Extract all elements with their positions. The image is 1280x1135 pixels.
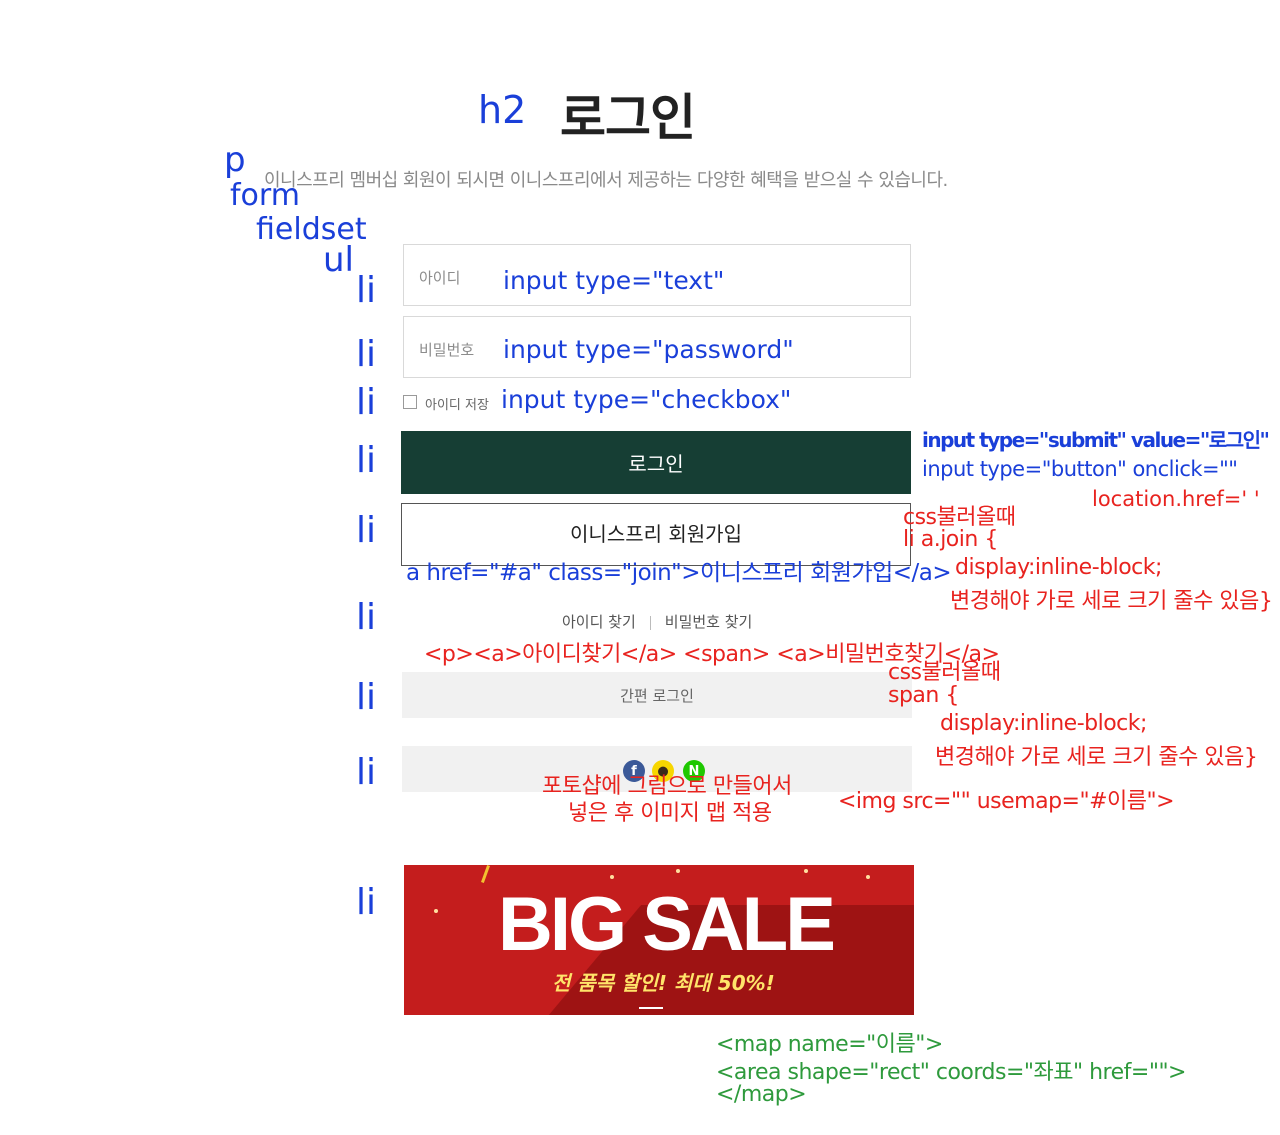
- annotation-input-button: input type="button" onclick="": [922, 457, 1238, 481]
- banner-indicator: [639, 1007, 663, 1009]
- save-id-checkbox[interactable]: [403, 395, 417, 409]
- annotation-location-href: location.href=' ': [1092, 487, 1260, 511]
- annotation-li: li: [356, 882, 377, 923]
- annotation-input-checkbox: input type="checkbox": [501, 385, 792, 414]
- annotation-li: li: [356, 382, 377, 423]
- confetti-dot: [434, 909, 438, 913]
- annotation-img-usemap: <img src="" usemap="#이름">: [838, 789, 1175, 814]
- annotation-input-text: input type="text": [503, 266, 725, 295]
- annotation-map-close: </map>: [716, 1082, 807, 1107]
- annotation-p: p: [224, 140, 246, 180]
- annotation-change-size-1: 변경해야 가로 세로 크기 줄수 있음}: [950, 589, 1273, 614]
- confetti-dot: [676, 869, 680, 873]
- annotation-form: form: [230, 178, 300, 213]
- annotation-display-inline-block-1: display:inline-block;: [955, 555, 1162, 580]
- annotation-ul: ul: [323, 240, 354, 280]
- annotation-li: li: [356, 597, 377, 638]
- page-title: 로그인: [560, 89, 696, 147]
- login-button[interactable]: 로그인: [401, 431, 911, 494]
- annotation-li: li: [356, 677, 377, 718]
- annotation-li: li: [356, 752, 377, 793]
- annotation-li: li: [356, 510, 377, 551]
- annotation-input-password: input type="password": [503, 335, 794, 364]
- annotation-css-load-2: css불러올때: [888, 660, 1001, 685]
- confetti-dot: [866, 875, 870, 879]
- find-divider: [649, 615, 651, 630]
- annotation-li: li: [356, 440, 377, 481]
- find-password-link[interactable]: 비밀번호 찾기: [665, 613, 753, 631]
- annotation-li-a-join: li a.join {: [903, 527, 998, 552]
- annotation-input-submit: input type="submit" value="로그인": [922, 428, 1270, 452]
- big-sale-banner[interactable]: BIG SALE 전 품목 할인! 최대 50%!: [404, 865, 914, 1015]
- annotation-photoshop-2: 넣은 후 이미지 맵 적용: [568, 801, 772, 826]
- id-label: 아이디: [419, 269, 461, 287]
- page-description: 이니스프리 멤버십 회원이 되시면 이니스프리에서 제공하는 다양한 혜택을 받…: [264, 170, 948, 191]
- banner-subtitle: 전 품목 할인! 최대 50%!: [552, 971, 775, 995]
- find-links: 아이디 찾기 비밀번호 찾기: [562, 611, 752, 632]
- confetti-strip: [481, 865, 490, 883]
- annotation-li: li: [356, 334, 377, 375]
- simple-login-bar[interactable]: 간편 로그인: [402, 672, 912, 718]
- find-id-link[interactable]: 아이디 찾기: [562, 613, 636, 631]
- annotation-h2: h2: [478, 88, 527, 132]
- annotation-span-open: span {: [888, 683, 959, 708]
- password-label: 비밀번호: [419, 341, 475, 359]
- confetti-dot: [804, 869, 808, 873]
- annotation-display-inline-block-2: display:inline-block;: [940, 711, 1147, 736]
- save-id-label: 아이디 저장: [425, 398, 489, 413]
- annotation-a-href-join: a href="#a" class="join">이니스프리 회원가입</a>: [406, 560, 952, 586]
- confetti-dot: [610, 875, 614, 879]
- banner-title: BIG SALE: [498, 882, 836, 967]
- annotation-li: li: [356, 270, 377, 311]
- annotation-change-size-2: 변경해야 가로 세로 크기 줄수 있음}: [935, 745, 1258, 770]
